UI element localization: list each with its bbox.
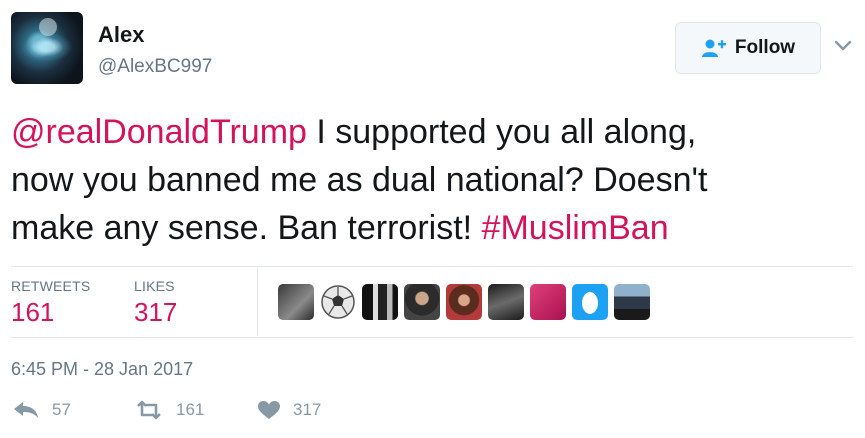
likes-label: LIKES [134,278,175,294]
user-avatar[interactable] [11,12,83,84]
heart-icon [257,400,281,420]
liker-avatar[interactable] [278,284,314,320]
add-user-icon [701,38,727,58]
tweet-text-line-2: now you banned me as dual national? Does… [11,161,708,199]
user-handle[interactable]: @AlexBC997 [98,56,212,78]
retweets-label: RETWEETS [11,278,91,294]
avatar-art [21,32,73,62]
tweet-timestamp[interactable]: 6:45 PM - 28 Jan 2017 [11,359,193,380]
liker-avatar[interactable] [488,284,524,320]
retweet-button[interactable]: 161 [134,400,204,420]
reply-button[interactable]: 57 [12,400,71,420]
likers-list [278,284,650,320]
divider [11,266,853,267]
reply-icon [12,400,40,420]
mention-link[interactable]: @realDonaldTrump [11,113,307,151]
liker-avatar[interactable] [404,284,440,320]
tweet-text-line-3: make any sense. Ban terrorist! [11,209,482,247]
follow-button[interactable]: Follow [675,22,821,74]
retweets-count[interactable]: 161 [11,297,54,328]
liker-avatar[interactable] [614,284,650,320]
likes-count[interactable]: 317 [134,297,177,328]
tweet-text: @realDonaldTrump I supported you all alo… [11,108,851,252]
avatar-art-highlight [39,18,57,36]
user-display-name[interactable]: Alex [98,22,144,48]
liker-avatar[interactable] [362,284,398,320]
liker-avatar[interactable] [446,284,482,320]
retweet-count: 161 [176,400,205,419]
follow-label: Follow [734,37,796,58]
divider [11,337,853,338]
chevron-down-icon[interactable] [832,38,854,54]
liker-avatar[interactable] [320,284,356,320]
like-button[interactable]: 317 [257,400,321,420]
tweet-text-line-1: I supported you all along, [306,113,697,151]
retweet-icon [134,400,164,420]
liker-avatar[interactable] [572,284,608,320]
reply-count: 57 [52,400,71,419]
like-count: 317 [293,400,322,419]
hashtag-link[interactable]: #MuslimBan [482,209,669,247]
divider [257,268,258,336]
liker-avatar[interactable] [530,284,566,320]
